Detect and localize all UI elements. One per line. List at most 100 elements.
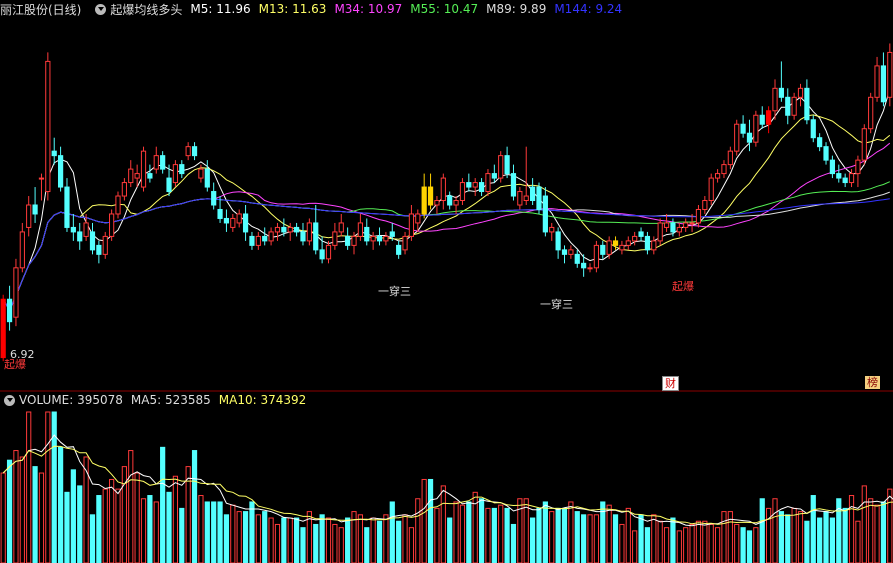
volume-bar — [191, 450, 198, 563]
candle-body — [721, 164, 727, 175]
candle-body — [249, 235, 255, 246]
candle-body — [345, 235, 351, 246]
volume-bar — [402, 514, 408, 563]
candle-body — [332, 231, 338, 246]
volume-bar — [230, 504, 236, 563]
candle-body — [625, 240, 631, 246]
vol-ma5-readout: MA5: 523585 — [130, 393, 211, 407]
candle-body — [281, 226, 287, 233]
candle-body — [211, 191, 217, 206]
volume-bar — [57, 446, 64, 563]
cai-badge[interactable]: 财 — [662, 376, 679, 391]
candle-body — [676, 226, 682, 233]
candle-body — [612, 240, 619, 246]
volume-bar — [38, 472, 45, 563]
candle-body — [683, 222, 689, 228]
volume-menu-icon[interactable] — [4, 394, 15, 406]
volume-bar — [287, 517, 293, 563]
candle-body — [491, 173, 497, 179]
candle-body — [530, 186, 536, 202]
volume-bar — [172, 475, 179, 563]
candle-body — [13, 267, 19, 318]
volume-bar — [459, 504, 466, 563]
candle-body — [262, 235, 268, 242]
candle-body — [160, 155, 166, 170]
volume-bar — [415, 498, 421, 563]
candle-body — [549, 226, 555, 233]
volume-bar — [880, 501, 887, 563]
candle-body — [57, 155, 64, 188]
candle-body — [766, 110, 772, 125]
candle-body — [644, 235, 651, 251]
volume-bar — [689, 523, 695, 563]
volume-bar — [32, 466, 38, 563]
candle-body — [836, 173, 842, 179]
candlestick-chart[interactable]: 6.92 起爆 起爆 一穿三 一穿三 — [0, 0, 893, 563]
volume-bar — [77, 485, 83, 563]
bang-badge[interactable]: 榜 — [865, 376, 880, 389]
volume-bar — [714, 527, 721, 563]
candle-body — [338, 222, 344, 233]
candle-body — [587, 267, 593, 270]
candle-body — [708, 177, 714, 202]
candle-body — [517, 191, 523, 206]
candle-body — [204, 168, 210, 188]
candle-body — [785, 96, 791, 116]
volume-bar — [325, 517, 332, 563]
candle-body — [651, 240, 657, 251]
volume-panel[interactable] — [0, 411, 893, 563]
volume-bar — [746, 530, 753, 563]
candle-body — [102, 235, 108, 255]
volume-bar — [255, 514, 261, 563]
candle-body — [829, 159, 836, 175]
volume-bar — [785, 514, 791, 563]
candle-body — [887, 51, 893, 98]
candle-body — [38, 177, 45, 180]
volume-bar — [734, 523, 740, 563]
volume-bar — [593, 514, 600, 563]
volume-bar — [581, 514, 587, 563]
volume-bar — [242, 511, 249, 563]
candle-body — [695, 208, 702, 224]
candle-body — [19, 231, 25, 269]
candle-body — [319, 249, 325, 260]
candle-body — [121, 182, 127, 197]
candle-body — [478, 182, 485, 193]
candle-body — [842, 177, 848, 184]
volume-bar — [274, 523, 281, 563]
candle-body — [504, 155, 510, 175]
volume-bar — [561, 507, 568, 563]
candle-body — [408, 213, 415, 237]
volume-bar — [13, 450, 19, 563]
candle-body — [619, 244, 625, 251]
volume-bar — [587, 514, 593, 563]
candle-body — [274, 226, 281, 233]
candle-body — [823, 146, 829, 161]
candle-body — [421, 186, 427, 215]
candle-body — [198, 168, 204, 179]
candle-body — [734, 123, 740, 152]
candle-body — [466, 182, 472, 188]
candle-body — [746, 132, 753, 143]
candle-body — [772, 87, 778, 112]
volume-bar — [759, 498, 765, 563]
price-panel[interactable] — [0, 43, 893, 362]
candle-body — [64, 186, 70, 228]
volume-bar — [121, 466, 127, 563]
volume-bar — [421, 478, 427, 563]
volume-bar — [568, 501, 574, 563]
volume-bar — [345, 517, 351, 563]
candle-body — [670, 222, 676, 233]
volume-bar — [574, 511, 580, 563]
candle-body — [389, 231, 395, 237]
candle-body — [568, 249, 574, 255]
volume-bar — [434, 507, 440, 563]
volume-bar — [721, 511, 727, 563]
candle-body — [759, 114, 765, 125]
candle-body — [396, 244, 402, 255]
volume-bar — [536, 507, 542, 563]
volume-bar — [357, 514, 363, 563]
candle-body — [657, 222, 663, 242]
candle-body — [714, 173, 721, 179]
yichuansan-label-2: 一穿三 — [540, 297, 573, 311]
